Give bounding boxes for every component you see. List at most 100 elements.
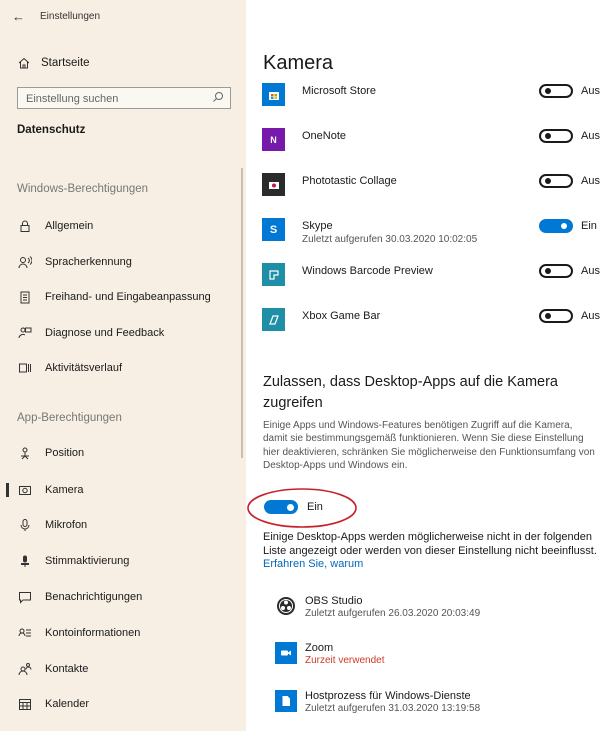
obs-icon xyxy=(275,595,297,617)
sidebar-item-label: Kontoinformationen xyxy=(45,627,141,639)
camera-icon xyxy=(17,482,33,498)
sidebar-item-label: Diagnose und Feedback xyxy=(45,327,165,339)
app-row-microsoft-store: Microsoft Store Aus xyxy=(262,83,601,119)
sidebar-item-label: Kamera xyxy=(45,484,84,496)
toggle-state-label: Aus xyxy=(581,130,600,142)
app-access-toggle[interactable] xyxy=(539,174,573,188)
desktop-apps-note: Einige Desktop-Apps werden möglicherweis… xyxy=(263,531,599,572)
desktop-app-status: Zurzeit verwendet xyxy=(305,655,385,666)
desktop-app-name: Hostprozess für Windows-Dienste xyxy=(305,690,471,702)
desktop-app-row-obs: OBS Studio Zuletzt aufgerufen 26.03.2020… xyxy=(275,595,595,627)
desktop-app-last-access: Zuletzt aufgerufen 26.03.2020 20:03:49 xyxy=(305,608,481,619)
account-info-icon xyxy=(17,625,33,641)
sidebar-item-kontakte[interactable]: Kontakte xyxy=(17,658,245,680)
toggle-state-label: Aus xyxy=(581,175,600,187)
sidebar-item-label: Kontakte xyxy=(45,663,89,675)
sidebar-item-allgemein[interactable]: Allgemein xyxy=(17,215,245,237)
sidebar-item-stimmaktivierung[interactable]: Stimmaktivierung xyxy=(17,550,245,572)
barcode-icon xyxy=(262,263,285,286)
app-last-access: Zuletzt aufgerufen 30.03.2020 10:02:05 xyxy=(302,234,478,245)
sidebar-item-aktivitaetsverlauf[interactable]: Aktivitätsverlauf xyxy=(17,357,245,379)
sidebar-item-label: Position xyxy=(45,447,85,459)
app-row-barcode: Windows Barcode Preview Aus xyxy=(262,263,601,299)
search-icon[interactable] xyxy=(212,91,224,103)
sidebar-item-freihand[interactable]: Freihand- und Eingabeanpassung xyxy=(17,286,245,308)
store-icon xyxy=(262,83,285,106)
app-access-toggle[interactable] xyxy=(539,84,573,98)
notification-icon xyxy=(17,589,33,605)
sidebar-item-kontoinformationen[interactable]: Kontoinformationen xyxy=(17,622,245,644)
desktop-apps-toggle-label: Ein xyxy=(307,501,323,513)
page-title: Kamera xyxy=(263,52,334,74)
sidebar-item-label: Kalender xyxy=(45,698,90,710)
calendar-icon xyxy=(17,696,33,712)
voice-activation-icon xyxy=(17,553,33,569)
app-access-toggle[interactable] xyxy=(539,129,573,143)
sidebar-item-label: Aktivitätsverlauf xyxy=(45,362,123,374)
sidebar-item-label: Spracherkennung xyxy=(45,256,132,268)
sidebar-item-kamera[interactable]: Kamera xyxy=(6,479,245,501)
sidebar-item-diagnose[interactable]: Diagnose und Feedback xyxy=(17,322,245,344)
document-icon xyxy=(275,690,297,712)
app-row-onenote: N OneNote Aus xyxy=(262,128,601,164)
app-name: Windows Barcode Preview xyxy=(302,265,433,277)
contacts-icon xyxy=(17,661,33,677)
back-arrow-icon[interactable]: ← xyxy=(12,9,25,24)
app-name: Skype xyxy=(302,220,333,232)
zoom-icon xyxy=(275,642,297,664)
feedback-icon xyxy=(17,325,33,341)
app-row-xbox: Xbox Game Bar Aus xyxy=(262,308,601,344)
sidebar-scrollbar[interactable] xyxy=(241,168,243,458)
app-access-toggle[interactable] xyxy=(539,309,573,323)
toggle-state-label: Aus xyxy=(581,85,600,97)
sidebar: ← Einstellungen Startseite Datenschutz W… xyxy=(0,0,246,731)
timeline-icon xyxy=(17,360,33,376)
sidebar-item-label: Benachrichtigungen xyxy=(45,591,143,603)
app-row-phototastic: Phototastic Collage Aus xyxy=(262,173,601,209)
search-input[interactable] xyxy=(24,89,208,109)
toggle-state-label: Ein xyxy=(581,220,597,232)
group-label-windows: Windows-Berechtigungen xyxy=(17,183,149,195)
desktop-app-row-hostprozess: Hostprozess für Windows-Dienste Zuletzt … xyxy=(275,690,595,722)
sidebar-item-kalender[interactable]: Kalender xyxy=(17,693,245,715)
desktop-app-last-access: Zuletzt aufgerufen 31.03.2020 13:19:58 xyxy=(305,703,481,714)
sidebar-item-label: Mikrofon xyxy=(45,519,88,531)
app-name: Xbox Game Bar xyxy=(302,310,381,322)
notepad-icon xyxy=(17,289,33,305)
group-label-apps: App-Berechtigungen xyxy=(17,412,122,424)
sidebar-item-label: Stimmaktivierung xyxy=(45,555,130,567)
sidebar-item-mikrofon[interactable]: Mikrofon xyxy=(17,514,245,536)
sidebar-item-label: Freihand- und Eingabeanpassung xyxy=(45,291,211,303)
title-bar: ← Einstellungen xyxy=(0,0,246,40)
main-content: Kamera Microsoft Store Aus N OneNote Aus… xyxy=(246,0,601,731)
app-access-toggle[interactable] xyxy=(539,264,573,278)
sidebar-item-spracherkennung[interactable]: Spracherkennung xyxy=(17,251,245,273)
desktop-apps-heading: Zulassen, dass Desktop-Apps auf die Kame… xyxy=(263,374,558,411)
desktop-app-name: OBS Studio xyxy=(305,595,363,607)
annotation-ellipse xyxy=(247,488,357,528)
desktop-app-name: Zoom xyxy=(305,642,334,654)
speech-icon xyxy=(17,254,33,270)
xbox-icon xyxy=(262,308,285,331)
desktop-app-row-zoom: Zoom Zurzeit verwendet xyxy=(275,642,595,674)
location-icon xyxy=(17,445,33,461)
onenote-icon: N xyxy=(262,128,285,151)
toggle-state-label: Aus xyxy=(581,310,600,322)
window-title: Einstellungen xyxy=(40,11,101,22)
sidebar-item-benachrichtigungen[interactable]: Benachrichtigungen xyxy=(17,586,245,608)
microphone-icon xyxy=(17,517,33,533)
learn-why-link[interactable]: Erfahren Sie, warum xyxy=(263,558,363,570)
app-name: Microsoft Store xyxy=(302,85,376,97)
home-link[interactable]: Startseite xyxy=(17,56,90,70)
home-label: Startseite xyxy=(41,57,90,69)
sidebar-item-position[interactable]: Position xyxy=(17,442,245,464)
note-text: Einige Desktop-Apps werden möglicherweis… xyxy=(263,531,597,557)
desktop-apps-description: Einige Apps und Windows-Features benötig… xyxy=(263,420,595,472)
desktop-apps-toggle[interactable] xyxy=(264,500,298,514)
app-name: Phototastic Collage xyxy=(302,175,397,187)
section-title: Datenschutz xyxy=(17,124,86,136)
home-icon xyxy=(18,57,30,69)
app-access-toggle[interactable] xyxy=(539,219,573,233)
settings-search[interactable] xyxy=(17,87,231,109)
toggle-state-label: Aus xyxy=(581,265,600,277)
